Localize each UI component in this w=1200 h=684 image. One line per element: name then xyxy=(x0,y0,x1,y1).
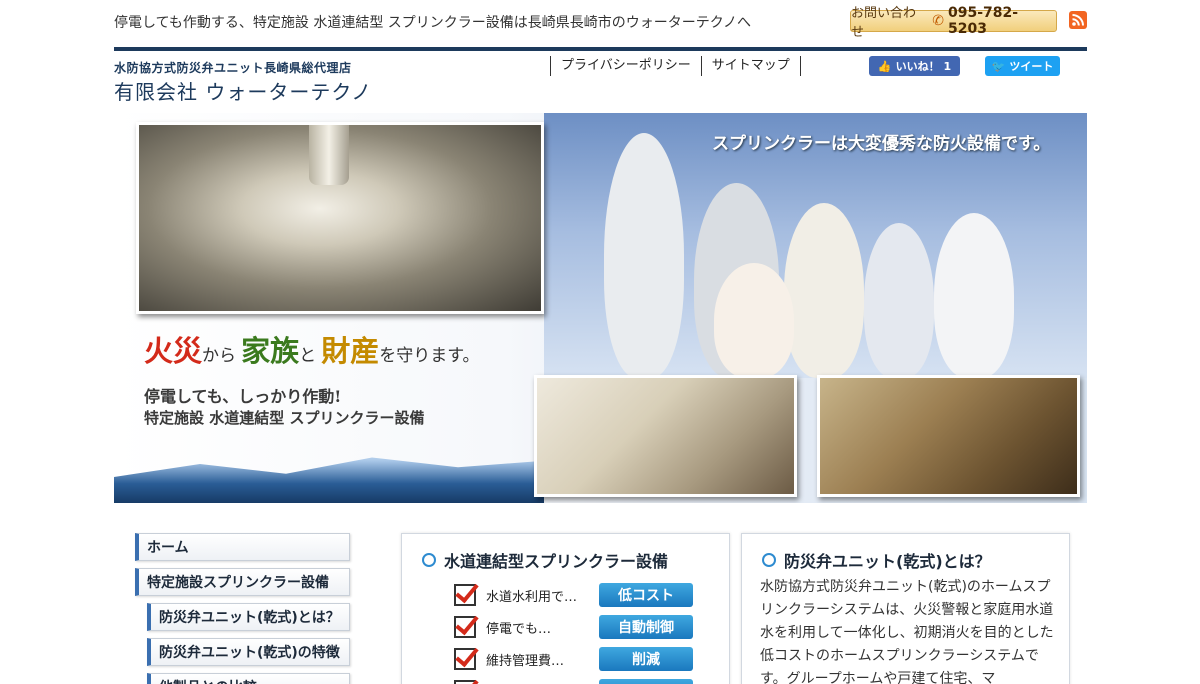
feature-label: 停電でも… xyxy=(486,621,552,637)
circle-bullet-icon xyxy=(762,553,776,567)
slogan-word-property: 財産 xyxy=(321,334,380,368)
sidebar-item-unit-about[interactable]: 防災弁ユニット(乾式)とは？ xyxy=(147,603,350,631)
tweet-label: ツイート xyxy=(1009,60,1054,73)
checkbox-check-icon xyxy=(454,648,476,670)
family-dining-photo xyxy=(534,375,797,497)
twitter-bird-icon: 🐦 xyxy=(991,59,1006,73)
fb-like-label: いいね！ 1 xyxy=(895,60,952,73)
sprinkler-photo xyxy=(136,122,544,314)
sidebar-item-unit-features[interactable]: 防災弁ユニット(乾式)の特徴 xyxy=(147,638,350,666)
checkbox-check-icon xyxy=(454,680,476,684)
feature-badge: 低コスト xyxy=(599,583,693,607)
feature-badge: 自動制御 xyxy=(599,615,693,639)
company-logo-text[interactable]: 有限会社 ウォーターテクノ xyxy=(114,76,372,105)
unit-about-panel: 防災弁ユニット(乾式)とは？ 水防協方式防災弁ユニット(乾式)のホームスプリンク… xyxy=(741,533,1070,684)
company-subtitle: 水防協方式防災弁ユニット長崎県総代理店 xyxy=(114,61,352,75)
sprinkler-feature-panel: 水道連結型スプリンクラー設備 水道水利用で… 低コスト 停電でも… 自動制御 維… xyxy=(401,533,730,684)
nav-sitemap[interactable]: サイトマップ xyxy=(700,56,801,76)
slogan-word-fire: 火災 xyxy=(144,334,203,368)
contact-label: お問い合わせ xyxy=(851,6,917,40)
feature-row: 維持管理費… 削減 xyxy=(454,646,693,672)
thumbs-up-icon: 👍 xyxy=(877,59,892,73)
feature-badge: 削減 xyxy=(599,647,693,671)
facebook-like-button[interactable]: 👍 いいね！ 1 xyxy=(869,56,960,76)
slogan-particle: から xyxy=(202,346,237,366)
panel-title-text: 防災弁ユニット(乾式)とは？ xyxy=(784,552,991,571)
circle-bullet-icon xyxy=(422,553,436,567)
grandparents-photo xyxy=(817,375,1080,497)
feature-row xyxy=(454,678,693,684)
hero-subline-1: 停電しても、しっかり作動! xyxy=(144,387,342,406)
contact-button[interactable]: お問い合わせ ✆ 095-782-5203 xyxy=(850,5,1057,40)
nav-privacy-policy[interactable]: プライバシーポリシー xyxy=(550,56,701,76)
panel-title: 防災弁ユニット(乾式)とは？ xyxy=(762,548,991,572)
panel-body-text: 水防協方式防災弁ユニット(乾式)のホームスプリンクラーシステムは、火災警報と家庭… xyxy=(760,579,1054,684)
hero-caption: スプリンクラーは大変優秀な防火設備です。 xyxy=(712,134,1051,154)
hero-subline-2: 特定施設 水道連結型 スプリンクラー設備 xyxy=(144,409,425,427)
sidebar-item-sprinkler[interactable]: 特定施設スプリンクラー設備 xyxy=(135,568,350,596)
sidebar-item-home[interactable]: ホーム xyxy=(135,533,350,561)
feature-badge xyxy=(599,679,693,684)
hero-banner: スプリンクラーは大変優秀な防火設備です。 火災から 家族と 財産を守ります。 停… xyxy=(114,113,1087,503)
site-tagline: 停電しても作動する、特定施設 水道連結型 スプリンクラー設備は長崎県長崎市のウォ… xyxy=(114,15,751,31)
panel-title: 水道連結型スプリンクラー設備 xyxy=(422,548,668,572)
header-nav: プライバシーポリシー サイトマップ xyxy=(550,56,801,76)
slogan-particle: と xyxy=(299,346,317,366)
feature-label: 維持管理費… xyxy=(486,653,565,669)
hero-slogan: 火災から 家族と 財産を守ります。 xyxy=(144,328,480,370)
feature-row: 停電でも… 自動制御 xyxy=(454,614,693,640)
sidebar-menu: ホーム 特定施設スプリンクラー設備 防災弁ユニット(乾式)とは？ 防災弁ユニット… xyxy=(135,533,350,684)
rss-icon[interactable] xyxy=(1069,11,1087,29)
water-splash-graphic xyxy=(114,457,544,503)
tweet-button[interactable]: 🐦 ツイート xyxy=(985,56,1060,76)
checkbox-check-icon xyxy=(454,584,476,606)
slogan-ending: を守ります。 xyxy=(379,346,480,366)
header-divider xyxy=(114,47,1087,51)
sprinkler-head-graphic xyxy=(309,125,349,185)
sidebar-item-comparison[interactable]: 他製品との比較 xyxy=(147,673,350,684)
feature-row: 水道水利用で… 低コスト xyxy=(454,582,693,608)
phone-number: 095-782-5203 xyxy=(948,5,1019,37)
checkbox-check-icon xyxy=(454,616,476,638)
phone-icon: ✆ xyxy=(932,13,944,29)
feature-label: 水道水利用で… xyxy=(486,589,578,605)
slogan-word-family: 家族 xyxy=(241,334,300,368)
panel-title-text: 水道連結型スプリンクラー設備 xyxy=(444,552,669,571)
